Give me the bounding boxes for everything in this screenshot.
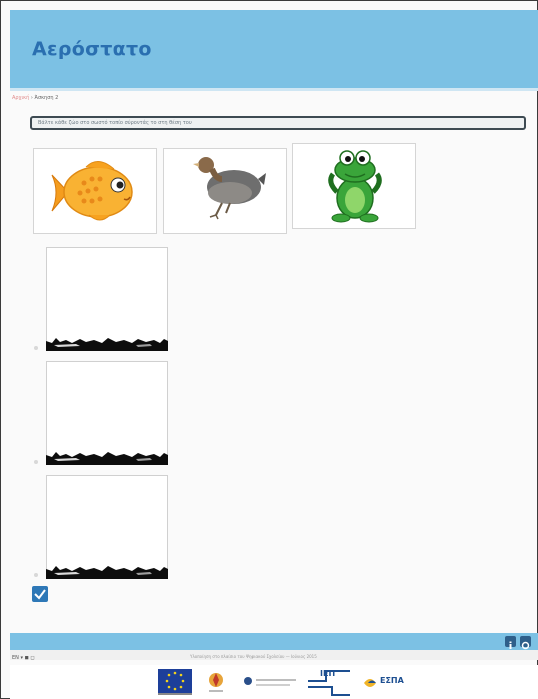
language-switcher[interactable]: EN ▾ ◼ ◻ — [12, 655, 34, 661]
eu-flag-logo — [158, 669, 192, 699]
fish-icon — [51, 161, 133, 221]
footer-credits: Υλοποίηση στο πλαίσιο του Ψηφιακού Σχολε… — [190, 654, 317, 659]
draggable-card-frog[interactable] — [292, 143, 416, 229]
espa-label: ΕΣΠΑ — [380, 676, 404, 685]
iep-logo: ΙΕΠ — [306, 667, 352, 699]
list-bullet — [34, 346, 38, 350]
grass-silhouette-icon — [46, 452, 168, 465]
settings-button[interactable] — [520, 636, 531, 650]
instruction-box: Βάλτε κάθε ζώο στο σωστό τοπίο σύροντάς … — [30, 116, 526, 130]
list-bullet — [34, 573, 38, 577]
grass-silhouette-icon — [46, 338, 168, 351]
draggable-card-fish[interactable] — [33, 148, 157, 234]
bird-icon — [193, 157, 266, 220]
dropzone-1[interactable] — [46, 247, 168, 351]
footer-bar — [10, 633, 538, 650]
check-icon — [34, 589, 46, 600]
frog-icon — [328, 150, 382, 223]
info-button[interactable] — [505, 636, 516, 649]
breadcrumb-separator: › — [30, 95, 33, 101]
institute-logo — [206, 671, 226, 699]
breadcrumb: Αρχική › Άσκηση 2 — [12, 95, 58, 101]
dropzone-2[interactable] — [46, 361, 168, 465]
breadcrumb-home-link[interactable]: Αρχική — [12, 95, 29, 101]
breadcrumb-current: Άσκηση 2 — [34, 95, 59, 101]
page-title: Αερόστατο — [32, 38, 152, 60]
espa-logo: ΕΣΠΑ — [362, 673, 410, 697]
header-subbar — [10, 88, 538, 91]
dropzone-3[interactable] — [46, 475, 168, 579]
ministry-logo — [242, 675, 298, 695]
iep-label: ΙΕΠ — [320, 669, 336, 678]
check-answer-button[interactable] — [32, 586, 48, 602]
header-bar: Αερόστατο — [10, 10, 538, 88]
grass-silhouette-icon — [46, 566, 168, 579]
draggable-card-bird[interactable] — [163, 148, 287, 234]
list-bullet — [34, 460, 38, 464]
sponsor-logos: ΙΕΠ ΕΣΠΑ — [10, 665, 538, 699]
